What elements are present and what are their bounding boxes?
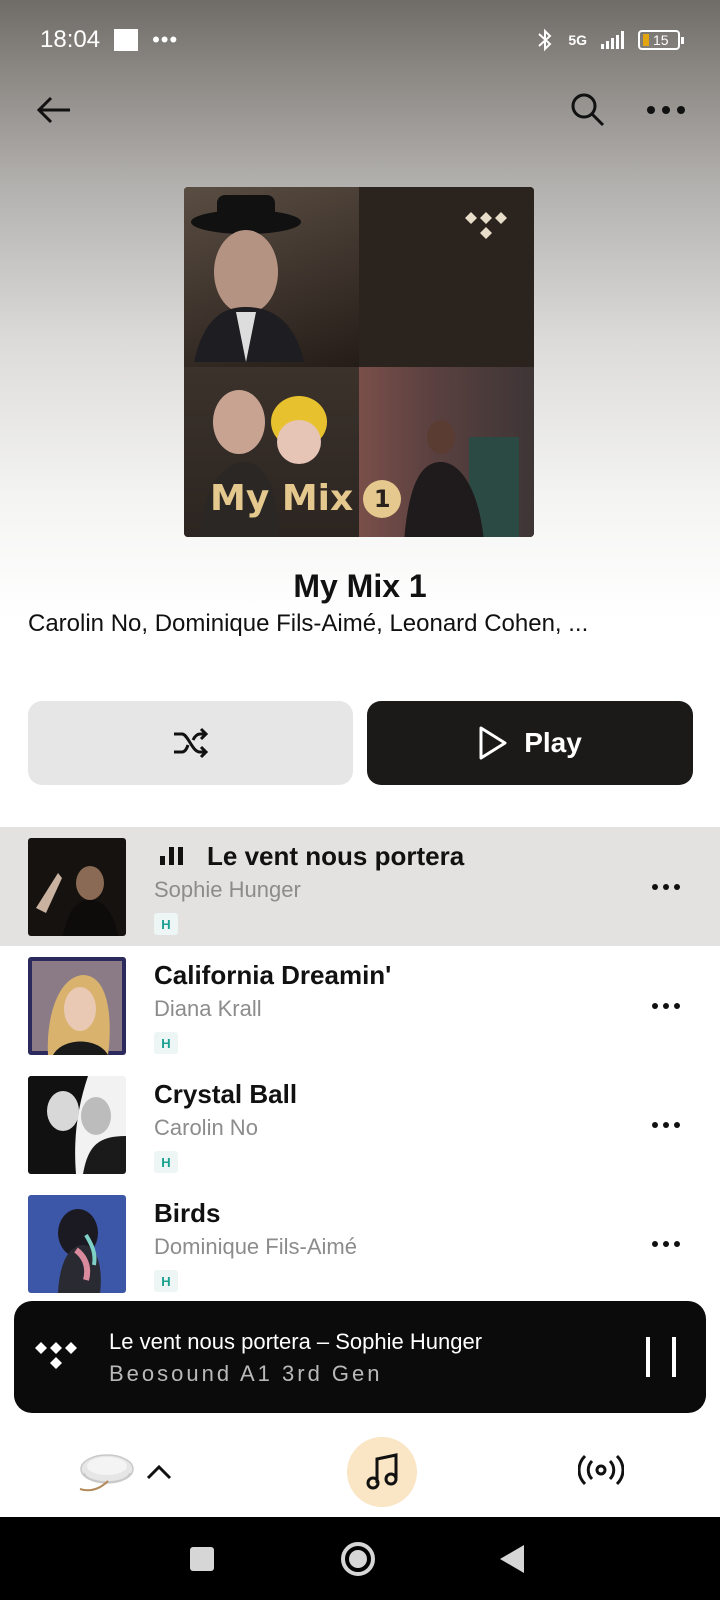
track-artist: Sophie Hunger [154,877,301,902]
track-row[interactable]: Crystal Ball Carolin No H [0,1065,720,1184]
tab-music[interactable] [347,1437,417,1507]
track-more-button[interactable] [642,1105,690,1145]
playing-bars-icon [160,847,183,865]
tidal-logo-icon [35,1342,77,1369]
chevron-up-icon [146,1464,172,1480]
track-title: Crystal Ball [154,1079,298,1109]
playlist-cover: My Mix 1 [184,187,534,537]
hires-badge: H [154,913,178,935]
notification-square-icon [114,29,139,51]
playlist-artists: Carolin No, Dominique Fils-Aimé, Leonard… [28,610,589,637]
album-art [28,957,126,1055]
track-artist: Diana Krall [154,996,262,1021]
hires-badge: H [154,1032,178,1054]
shuffle-icon [173,727,208,759]
home-button[interactable] [341,1542,375,1576]
album-art [28,1076,126,1174]
back-button[interactable] [30,86,78,134]
search-button[interactable] [564,86,612,134]
speaker-image [79,1454,134,1492]
more-options-button[interactable] [642,86,690,134]
more-icon [652,1122,680,1128]
track-title: Le vent nous portera [207,841,465,871]
output-device-name: Beosound A1 3rd Gen [109,1361,383,1386]
album-art [28,1195,126,1293]
track-more-button[interactable] [642,1224,690,1264]
track-title: Birds [154,1198,221,1228]
network-type: 5G [568,32,587,48]
track-artist: Carolin No [154,1115,258,1140]
cover-tidal-area [359,187,534,367]
track-artist: Dominique Fils-Aimé [154,1234,357,1259]
tab-sources[interactable] [577,1446,625,1494]
shuffle-button[interactable] [28,701,353,785]
system-back-button[interactable] [500,1545,524,1573]
track-row[interactable]: Birds Dominique Fils-Aimé H [0,1184,720,1303]
battery-level: 15 [653,32,669,48]
top-nav-bar [0,80,720,140]
status-bar: 18:04 ••• 5G 15 [0,0,720,80]
bottom-tab-bar [0,1420,720,1520]
cover-title-text: My Mix [210,478,354,519]
mini-player[interactable]: Le vent nous portera – Sophie Hunger Beo… [14,1301,706,1413]
play-button[interactable]: Play [367,701,693,785]
more-icon [652,1003,680,1009]
play-button-label: Play [524,727,582,758]
recents-button[interactable] [190,1547,214,1571]
more-notifications-icon: ••• [152,27,179,52]
pause-button[interactable] [646,1337,676,1377]
signal-icon [601,31,624,49]
track-more-button[interactable] [642,986,690,1026]
cover-photo-top-left [184,187,359,367]
play-icon [479,726,507,760]
hires-badge: H [154,1270,178,1292]
album-art [28,838,126,936]
cover-title: My Mix 1 [210,478,402,519]
broadcast-icon [578,1454,624,1486]
track-more-button[interactable] [642,867,690,907]
home-icon [349,1550,367,1568]
battery-icon: 15 [638,30,684,50]
status-time: 18:04 [40,26,101,53]
bluetooth-icon [538,28,552,52]
track-row[interactable]: California Dreamin' Diana Krall H [0,946,720,1065]
hires-badge: H [154,1151,178,1173]
pause-icon [646,1337,650,1377]
cover-number-badge: 1 [363,479,402,518]
track-title: California Dreamin' [154,960,392,990]
more-icon [652,884,680,890]
search-icon [571,93,605,127]
now-playing-text: Le vent nous portera – Sophie Hunger [109,1329,483,1354]
speaker-selector-button[interactable] [78,1444,188,1500]
track-row[interactable]: Le vent nous portera Sophie Hunger H [0,827,720,946]
playlist-title: My Mix 1 [293,568,427,604]
tidal-logo-icon [465,212,507,239]
more-icon [652,1241,680,1247]
music-note-icon [366,1453,398,1490]
back-arrow-icon [36,96,70,124]
more-icon [647,106,685,114]
system-nav-bar [0,1517,720,1600]
